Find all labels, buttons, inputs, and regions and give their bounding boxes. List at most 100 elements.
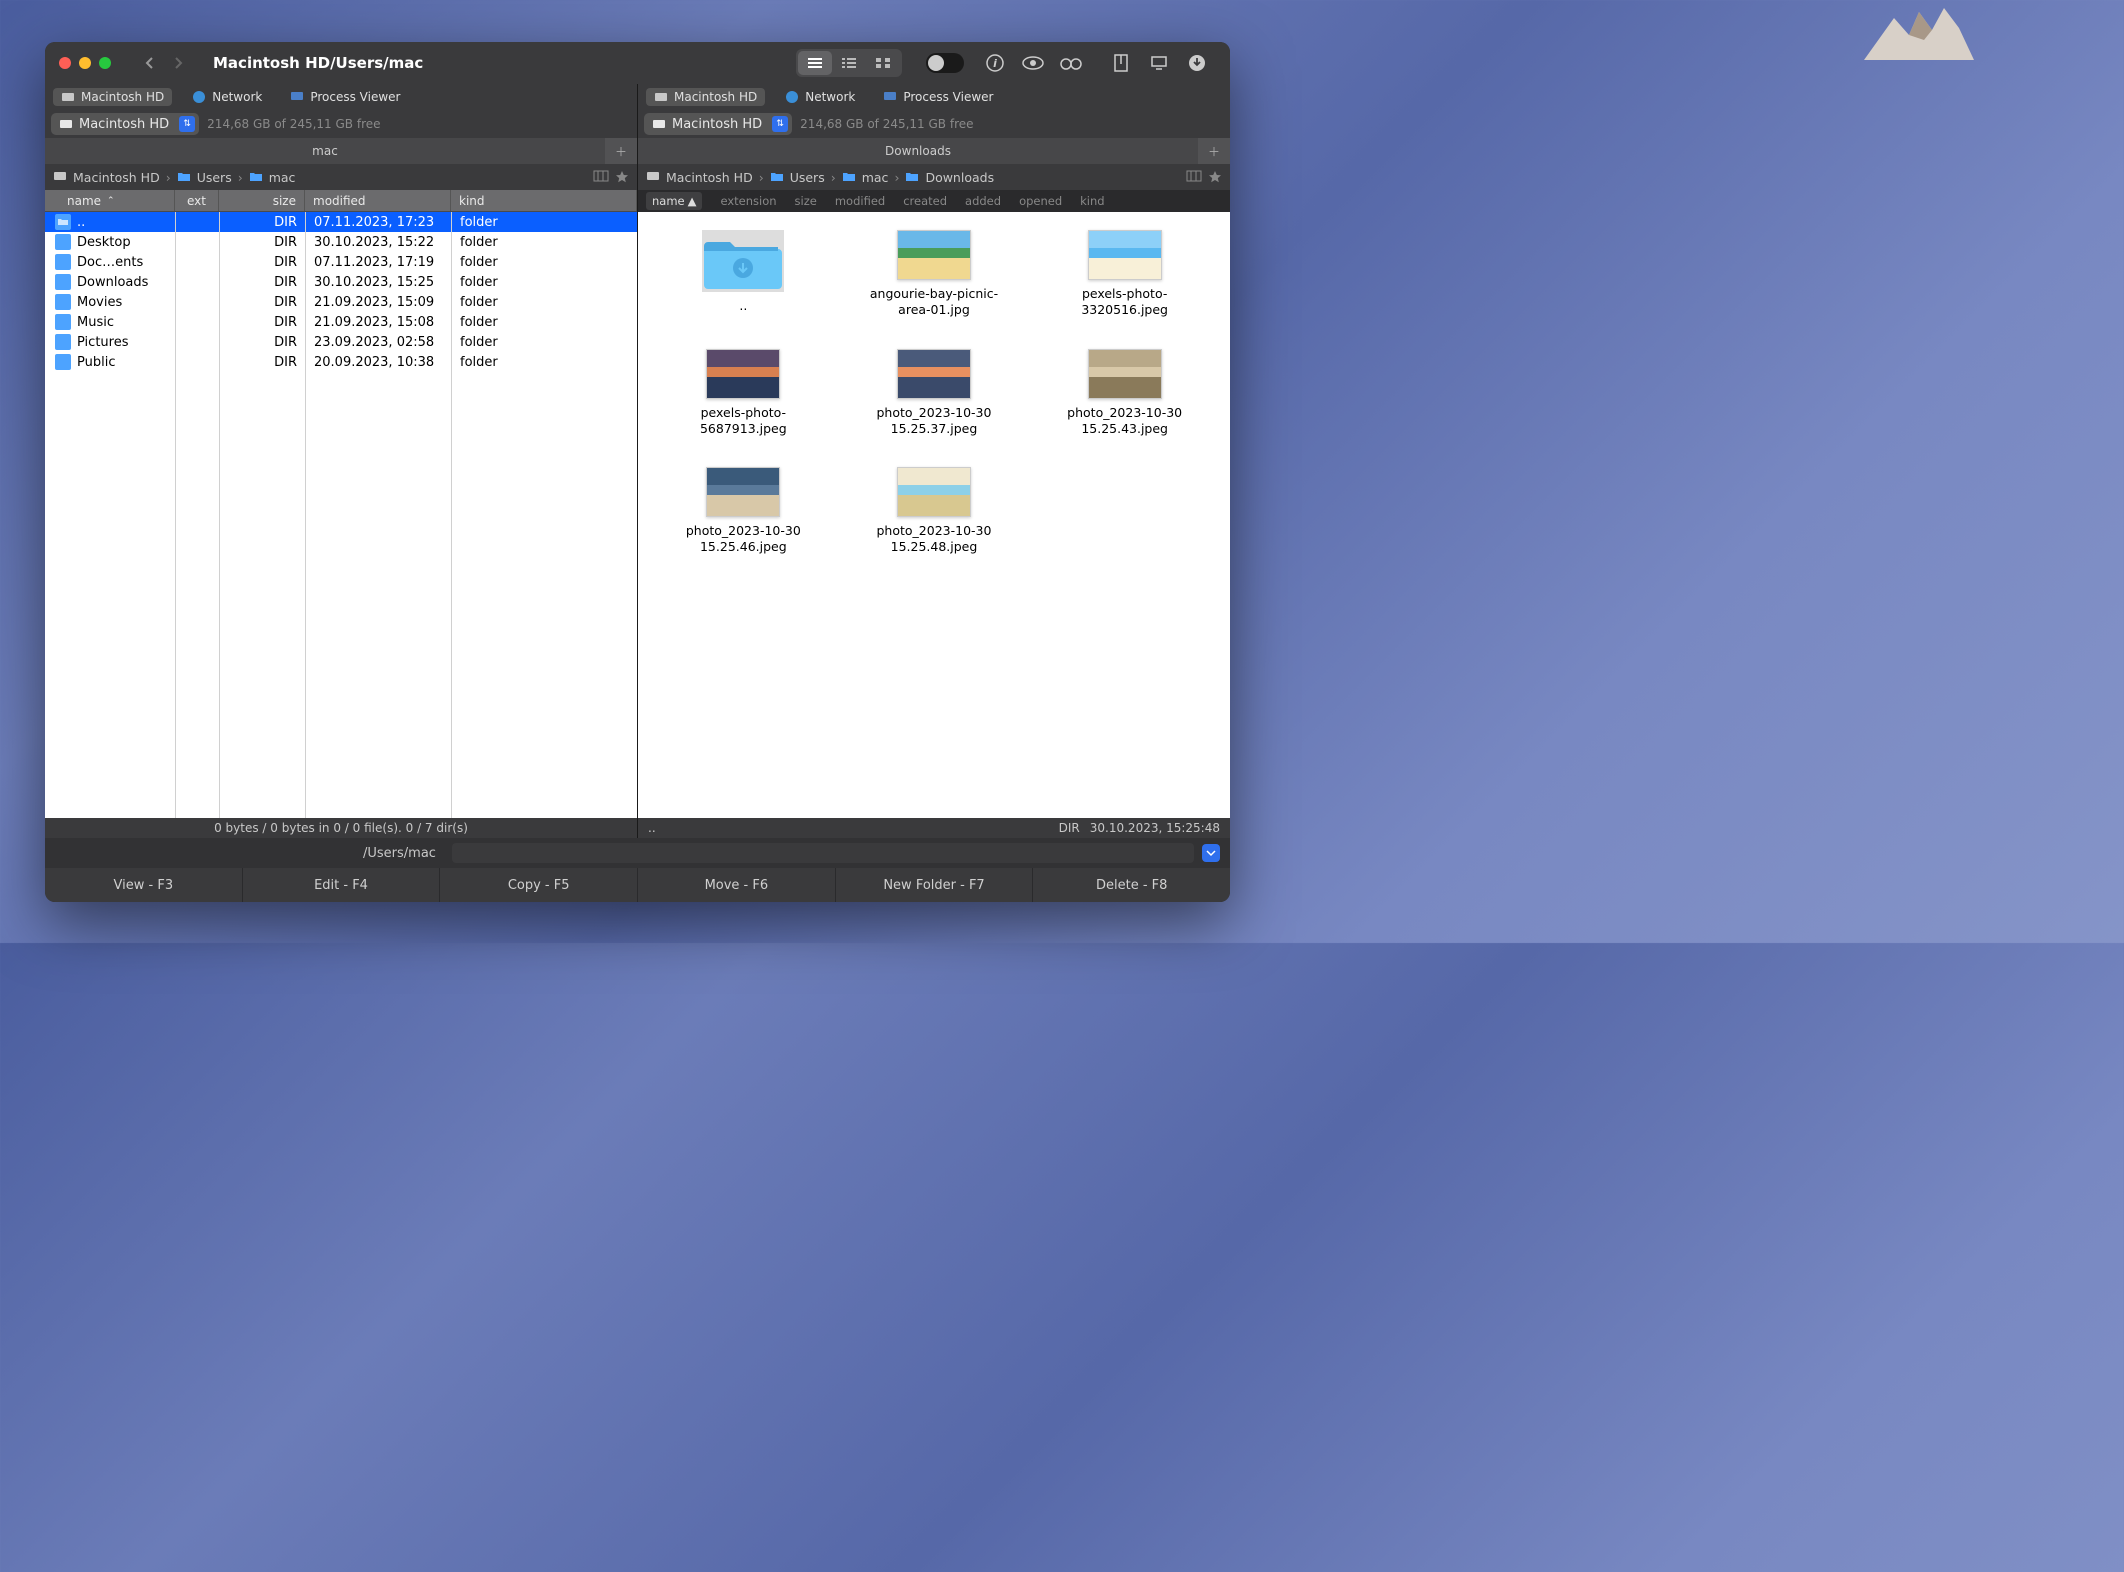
zoom-button[interactable] [99,57,111,69]
image-thumbnail [897,467,971,517]
ih-size[interactable]: size [795,194,817,208]
file-size: DIR [219,312,305,332]
folder-icon [55,354,71,370]
grid-item-image[interactable]: pexels-photo-5687913.jpeg [668,349,818,438]
archive-icon[interactable] [1102,49,1140,77]
col-kind[interactable]: kind [451,190,637,211]
drive-tab-process[interactable]: Process Viewer [282,88,408,106]
grid-item-image[interactable]: angourie-bay-picnic-area-01.jpg [859,230,1009,319]
forward-button[interactable] [165,51,191,75]
left-path-tab[interactable]: mac [45,138,605,164]
ih-modified[interactable]: modified [835,194,885,208]
file-kind: folder [451,352,637,372]
fn-button[interactable]: Copy - F5 [440,868,638,902]
back-button[interactable] [137,51,163,75]
col-modified[interactable]: modified [305,190,451,211]
grid-item-label: photo_2023-10-30 15.25.43.jpeg [1050,405,1200,438]
drive-tab-process[interactable]: Process Viewer [875,88,1001,106]
ih-added[interactable]: added [965,194,1001,208]
grid-item-label: photo_2023-10-30 15.25.46.jpeg [668,523,818,556]
bc-hd[interactable]: Macintosh HD [73,170,160,185]
view-detail-button[interactable] [832,51,866,75]
file-row[interactable]: Pictures DIR 23.09.2023, 02:58 folder [45,332,637,352]
function-bar: View - F3Edit - F4Copy - F5Move - F6New … [45,868,1230,902]
right-drive-selector[interactable]: Macintosh HD ⇅ [644,113,792,135]
quicklook-icon[interactable] [1014,49,1052,77]
fn-button[interactable]: View - F3 [45,868,243,902]
col-size[interactable]: size [219,190,305,211]
file-row[interactable]: Music DIR 21.09.2023, 15:08 folder [45,312,637,332]
fn-button[interactable]: Edit - F4 [243,868,441,902]
bc-mac[interactable]: mac [269,170,296,185]
ih-name[interactable]: name ▲ [646,192,702,210]
ih-extension[interactable]: extension [720,194,776,208]
file-kind: folder [451,312,637,332]
right-icon-grid[interactable]: .. angourie-bay-picnic-area-01.jpg pexel… [638,212,1230,818]
network-share-icon[interactable] [1140,49,1178,77]
file-row[interactable]: Movies DIR 21.09.2023, 15:09 folder [45,292,637,312]
bc-users[interactable]: Users [197,170,232,185]
star-icon[interactable] [1208,170,1222,184]
file-modified: 23.09.2023, 02:58 [305,332,451,352]
left-drive-selector[interactable]: Macintosh HD ⇅ [51,113,199,135]
command-input[interactable] [452,843,1194,863]
left-column-headers: name⌃ ext size modified kind [45,190,637,212]
file-kind: folder [451,232,637,252]
file-row[interactable]: .. DIR 07.11.2023, 17:23 folder [45,212,637,232]
binoculars-icon[interactable] [1052,49,1090,77]
file-ext [175,232,219,252]
folder-icon [702,230,784,292]
left-breadcrumb: Macintosh HD › Users › mac [45,164,637,190]
col-ext[interactable]: ext [175,190,219,211]
file-name: Movies [77,295,175,310]
grid-item-image[interactable]: photo_2023-10-30 15.25.48.jpeg [859,467,1009,556]
download-icon[interactable] [1178,49,1216,77]
command-dropdown[interactable] [1202,844,1220,862]
fn-button[interactable]: Move - F6 [638,868,836,902]
view-icons-button[interactable] [866,51,900,75]
drive-tab-network[interactable]: Network [184,88,270,106]
right-status-bar: .. DIR 30.10.2023, 15:25:48 [638,818,1230,838]
drive-tab-hd[interactable]: Macintosh HD [646,88,765,106]
right-path-tab[interactable]: Downloads [638,138,1198,164]
grid-item-image[interactable]: pexels-photo-3320516.jpeg [1050,230,1200,319]
file-row[interactable]: Desktop DIR 30.10.2023, 15:22 folder [45,232,637,252]
fn-button[interactable]: Delete - F8 [1033,868,1230,902]
right-status-name: .. [648,821,656,835]
grid-item-parent[interactable]: .. [668,230,818,319]
view-list-button[interactable] [798,51,832,75]
columns-icon[interactable] [593,170,609,184]
grid-item-image[interactable]: photo_2023-10-30 15.25.46.jpeg [668,467,818,556]
ih-opened[interactable]: opened [1019,194,1062,208]
file-size: DIR [219,292,305,312]
columns-icon[interactable] [1186,170,1202,184]
file-row[interactable]: Public DIR 20.09.2023, 10:38 folder [45,352,637,372]
file-row[interactable]: Downloads DIR 30.10.2023, 15:25 folder [45,272,637,292]
grid-item-image[interactable]: photo_2023-10-30 15.25.37.jpeg [859,349,1009,438]
grid-item-image[interactable]: photo_2023-10-30 15.25.43.jpeg [1050,349,1200,438]
ih-kind[interactable]: kind [1080,194,1104,208]
file-kind: folder [451,332,637,352]
right-drive-select-row: Macintosh HD ⇅ 214,68 GB of 245,11 GB fr… [638,110,1230,138]
file-row[interactable]: Doc…ents DIR 07.11.2023, 17:19 folder [45,252,637,272]
fn-button[interactable]: New Folder - F7 [836,868,1034,902]
left-add-tab[interactable]: ＋ [605,138,637,164]
right-add-tab[interactable]: ＋ [1198,138,1230,164]
drive-tab-network[interactable]: Network [777,88,863,106]
monitor-icon [290,90,304,104]
image-thumbnail [706,349,780,399]
col-name[interactable]: name⌃ [45,190,175,211]
ih-created[interactable]: created [903,194,947,208]
left-status-bar: 0 bytes / 0 bytes in 0 / 0 file(s). 0 / … [45,818,637,838]
drive-tab-hd[interactable]: Macintosh HD [53,88,172,106]
minimize-button[interactable] [79,57,91,69]
file-name: .. [77,215,175,230]
star-icon[interactable] [615,170,629,184]
info-icon[interactable]: i [976,49,1014,77]
file-ext [175,252,219,272]
left-file-list[interactable]: .. DIR 07.11.2023, 17:23 folder Desktop … [45,212,637,818]
traffic-lights [59,57,111,69]
hidden-toggle[interactable] [926,53,964,73]
folder-icon [249,170,263,184]
close-button[interactable] [59,57,71,69]
